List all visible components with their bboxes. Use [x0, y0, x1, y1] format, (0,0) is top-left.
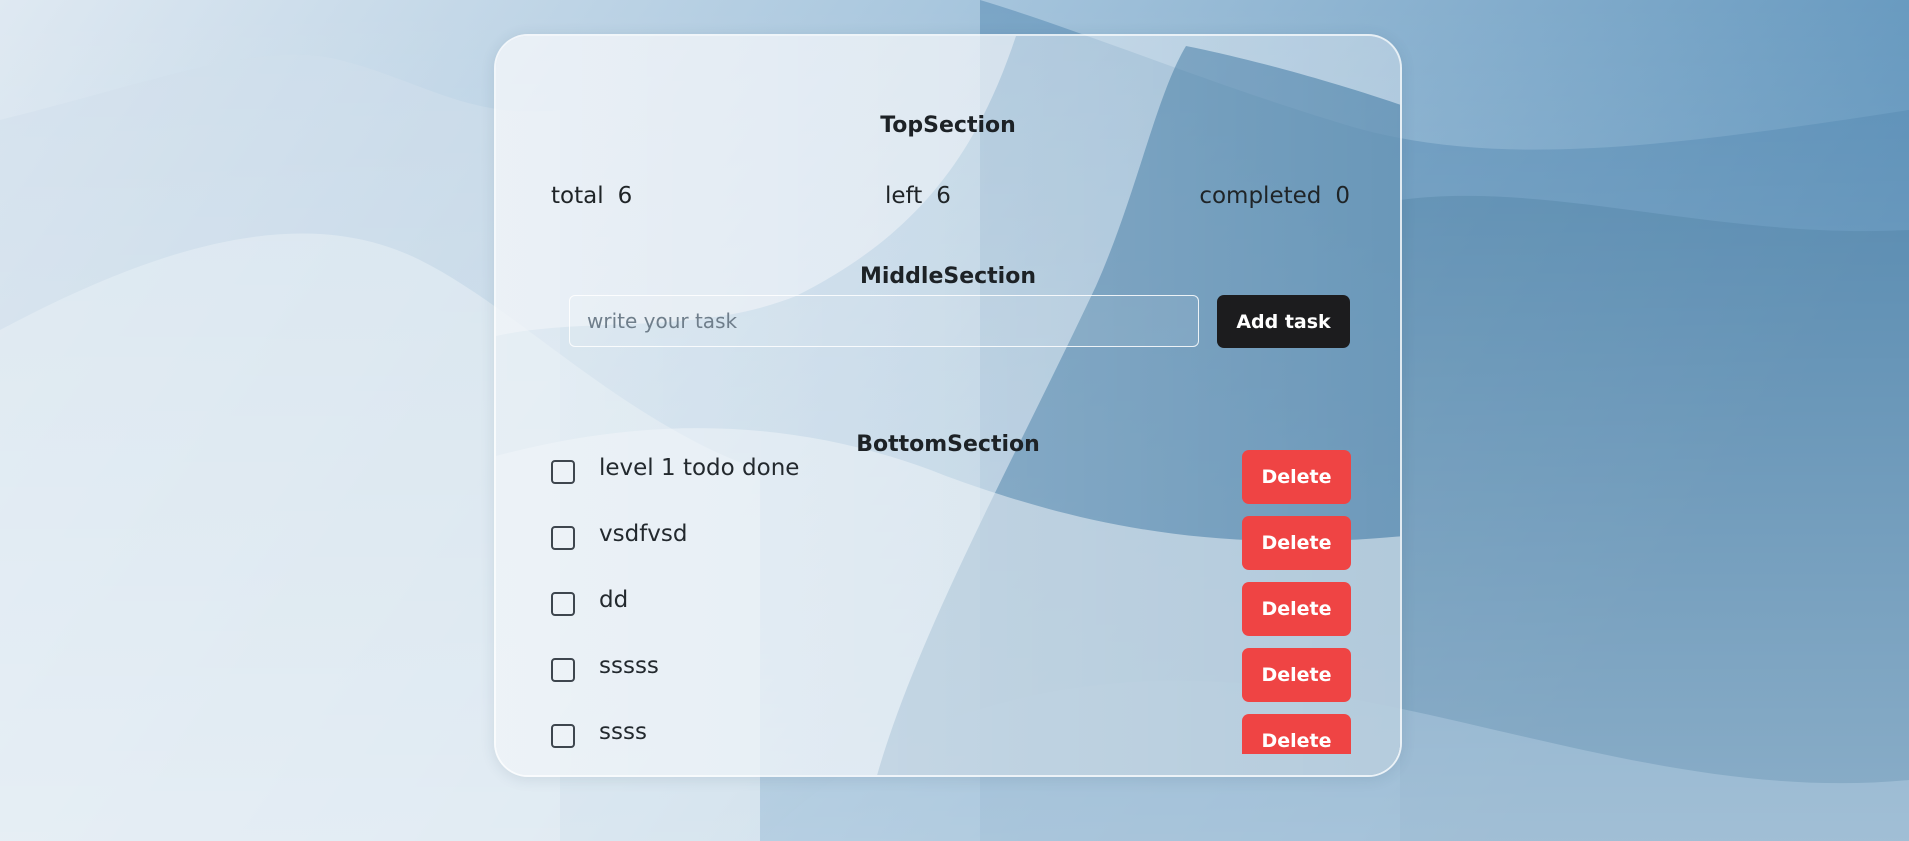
todo-item: vsdfvsd Delete: [551, 516, 1351, 582]
todo-checkbox[interactable]: [551, 460, 575, 484]
stat-total-value: 6: [617, 183, 633, 209]
stat-completed-label: completed: [1199, 183, 1322, 209]
stat-left-label: left: [885, 183, 923, 209]
todo-item: dd Delete: [551, 582, 1351, 648]
stat-total: total 6: [551, 183, 632, 209]
stat-completed: completed 0: [1199, 183, 1350, 209]
todo-text: ssss: [599, 719, 647, 745]
todo-checkbox[interactable]: [551, 592, 575, 616]
delete-button[interactable]: Delete: [1242, 450, 1351, 504]
todo-item: level 1 todo done Delete: [551, 450, 1351, 516]
stat-left: left 6: [885, 183, 951, 209]
delete-button[interactable]: Delete: [1242, 648, 1351, 702]
todo-text: dd: [599, 587, 629, 613]
todo-item: ssss Delete: [551, 714, 1351, 754]
delete-button[interactable]: Delete: [1242, 516, 1351, 570]
todo-card: TopSection total 6 left 6 completed 0 Middl…: [494, 34, 1402, 777]
todo-checkbox[interactable]: [551, 526, 575, 550]
delete-button[interactable]: Delete: [1242, 582, 1351, 636]
todo-text: vsdfvsd: [599, 521, 688, 547]
todo-item: sssss Delete: [551, 648, 1351, 714]
todo-list: level 1 todo done Delete vsdfvsd Delete …: [551, 450, 1351, 754]
stat-completed-value: 0: [1335, 183, 1350, 209]
todo-checkbox[interactable]: [551, 724, 575, 748]
add-task-button[interactable]: Add task: [1217, 295, 1350, 348]
stat-left-value: 6: [936, 183, 951, 209]
delete-button[interactable]: Delete: [1242, 714, 1351, 754]
top-section-title: TopSection: [880, 113, 1016, 138]
stats-row: total 6 left 6 completed 0: [551, 183, 1350, 215]
todo-text: sssss: [599, 653, 659, 679]
stat-total-label: total: [551, 183, 604, 209]
middle-section-title: MiddleSection: [859, 264, 1037, 289]
todo-checkbox[interactable]: [551, 658, 575, 682]
task-input[interactable]: [569, 295, 1199, 347]
todo-text: level 1 todo done: [599, 455, 800, 481]
